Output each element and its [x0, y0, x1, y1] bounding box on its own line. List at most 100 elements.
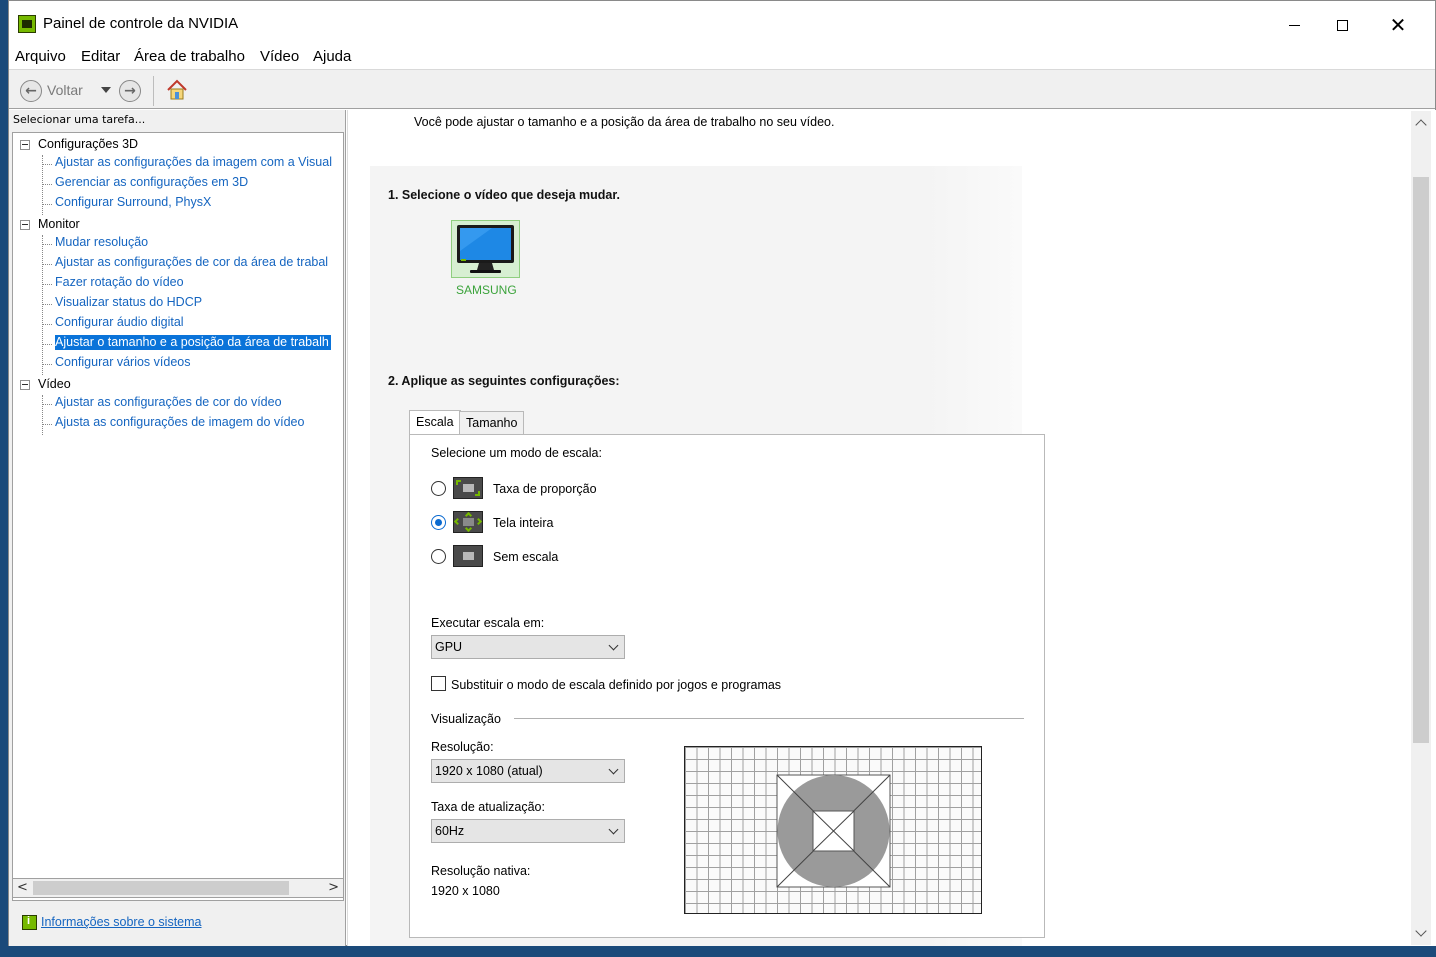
- close-icon: ✕: [1389, 13, 1407, 37]
- aspect-ratio-icon-inner: [463, 484, 474, 492]
- no-scaling-icon-inner: [463, 552, 474, 560]
- menu-area-de-trabalho[interactable]: Área de trabalho: [134, 48, 245, 65]
- step1-title: 1. Selecione o vídeo que deseja mudar.: [388, 188, 621, 202]
- refresh-rate-value: 60Hz: [435, 824, 465, 838]
- override-scaling-label[interactable]: Substituir o modo de escala definido por…: [451, 678, 781, 692]
- toolbar: ← Voltar →: [9, 69, 1435, 109]
- minimize-icon: [1288, 25, 1300, 26]
- task-sidebar: Selecionar uma tarefa... Configurações 3…: [9, 110, 346, 946]
- scale-mode-option-label[interactable]: Tela inteira: [493, 516, 553, 530]
- group-divider: [514, 718, 1024, 719]
- expander-video[interactable]: [20, 380, 30, 390]
- back-button-label[interactable]: Voltar: [47, 82, 83, 98]
- step2-title: 2. Aplique as seguintes configurações:: [388, 374, 620, 388]
- resolution-select[interactable]: 1920 x 1080 (atual): [431, 759, 625, 783]
- scroll-right-icon[interactable]: >: [328, 880, 339, 895]
- nvidia-app-icon: [18, 15, 36, 33]
- sidebar-item-mudar-resolucao[interactable]: Mudar resolução: [55, 235, 148, 249]
- override-scaling-checkbox[interactable]: [431, 676, 446, 691]
- system-info-label[interactable]: Informações sobre o sistema: [41, 915, 202, 929]
- tree-group-monitor[interactable]: Monitor: [38, 217, 80, 231]
- display-label: SAMSUNG: [456, 283, 517, 297]
- sidebar-item-rotacao-video[interactable]: Fazer rotação do vídeo: [55, 275, 184, 289]
- menu-editar[interactable]: Editar: [81, 48, 120, 65]
- tree-guide: [42, 204, 52, 205]
- chevron-down-icon: [608, 640, 619, 651]
- window-title: Painel de controle da NVIDIA: [43, 15, 239, 32]
- tree-guide: [42, 284, 52, 285]
- scale-mode-option-label[interactable]: Taxa de proporção: [493, 482, 597, 496]
- perform-scaling-select[interactable]: GPU: [431, 635, 625, 659]
- toolbar-separator: [153, 76, 154, 106]
- aspect-ratio-icon: [453, 477, 483, 499]
- sidebar-item-tamanho-posicao[interactable]: Ajustar o tamanho e a posição da área de…: [55, 335, 331, 350]
- title-bar: Painel de controle da NVIDIA ✕: [9, 1, 1435, 49]
- chevron-down-icon: [608, 824, 619, 835]
- back-arrow-icon[interactable]: ←: [20, 80, 42, 102]
- chevron-down-icon: [608, 764, 619, 775]
- close-button[interactable]: ✕: [1375, 9, 1421, 41]
- forward-arrow-icon[interactable]: →: [119, 80, 141, 102]
- radio-sem-escala[interactable]: [431, 549, 446, 564]
- content-panel: Você pode ajustar o tamanho e a posição …: [347, 110, 1436, 946]
- arrow-icon: [456, 480, 461, 485]
- expander-monitor[interactable]: [20, 220, 30, 230]
- sidebar-item-cor-video[interactable]: Ajustar as configurações de cor do vídeo: [55, 395, 282, 409]
- sidebar-item-imagem-video[interactable]: Ajusta as configurações de imagem do víd…: [55, 415, 304, 429]
- native-resolution-label: Resolução nativa:: [431, 864, 531, 878]
- tree-guide: [42, 244, 52, 245]
- preview-group-label: Visualização: [431, 712, 501, 726]
- scrollbar-thumb[interactable]: [33, 881, 289, 895]
- tree-group-video[interactable]: Vídeo: [38, 377, 71, 391]
- resolution-label: Resolução:: [431, 740, 494, 754]
- minimize-button[interactable]: [1271, 9, 1317, 41]
- content-vertical-scrollbar[interactable]: [1411, 111, 1431, 945]
- sidebar-item-audio-digital[interactable]: Configurar áudio digital: [55, 315, 184, 329]
- sidebar-item-varios-videos[interactable]: Configurar vários vídeos: [55, 355, 190, 369]
- scale-mode-option-label[interactable]: Sem escala: [493, 550, 558, 564]
- tab-escala[interactable]: Escala: [409, 410, 461, 435]
- scroll-left-icon[interactable]: <: [17, 880, 28, 895]
- menu-bar: Arquivo Editar Área de trabalho Vídeo Aj…: [9, 45, 1435, 69]
- refresh-rate-select[interactable]: 60Hz: [431, 819, 625, 843]
- preview-test-pattern: [776, 774, 891, 888]
- radio-tela-inteira[interactable]: [431, 515, 446, 530]
- sidebar-item-gerenciar-3d[interactable]: Gerenciar as configurações em 3D: [55, 175, 248, 189]
- perform-scaling-value: GPU: [435, 640, 463, 654]
- sidebar-item-ajustar-imagem-visual[interactable]: Ajustar as configurações da imagem com a…: [55, 155, 332, 169]
- refresh-rate-label: Taxa de atualização:: [431, 800, 545, 814]
- sidebar-item-cor-area-trabalho[interactable]: Ajustar as configurações de cor da área …: [55, 255, 328, 269]
- menu-arquivo[interactable]: Arquivo: [15, 48, 66, 65]
- menu-ajuda[interactable]: Ajuda: [313, 48, 351, 65]
- native-resolution-value: 1920 x 1080: [431, 884, 500, 898]
- maximize-button[interactable]: [1319, 9, 1365, 41]
- sidebar-horizontal-scrollbar[interactable]: < >: [12, 878, 344, 898]
- scroll-down-icon[interactable]: [1415, 925, 1427, 937]
- tree-group-configuracoes-3d[interactable]: Configurações 3D: [38, 137, 138, 151]
- tab-escala-page: Selecione um modo de escala: Taxa de pro…: [409, 434, 1045, 938]
- tab-tamanho[interactable]: Tamanho: [459, 411, 525, 435]
- tree-guide: [42, 264, 52, 265]
- tree-guide: [42, 324, 52, 325]
- display-tile-samsung[interactable]: [451, 220, 520, 278]
- system-info-link[interactable]: Informações sobre o sistema: [22, 915, 202, 930]
- scrollbar-thumb[interactable]: [1413, 177, 1429, 743]
- sidebar-item-surround-physx[interactable]: Configurar Surround, PhysX: [55, 195, 211, 209]
- perform-scaling-label: Executar escala em:: [431, 616, 545, 630]
- tree-guide: [42, 344, 52, 345]
- tree-guide: [42, 184, 52, 185]
- home-icon[interactable]: [165, 78, 189, 102]
- history-dropdown-icon[interactable]: [101, 87, 111, 93]
- tree-guide: [42, 364, 52, 365]
- sidebar-item-status-hdcp[interactable]: Visualizar status do HDCP: [55, 295, 202, 309]
- radio-taxa-proporcao[interactable]: [431, 481, 446, 496]
- page-description: Você pode ajustar o tamanho e a posição …: [414, 115, 835, 129]
- menu-video[interactable]: Vídeo: [260, 48, 299, 65]
- scaling-preview: [684, 746, 982, 914]
- arrow-icon: [453, 517, 462, 526]
- scroll-up-icon[interactable]: [1415, 119, 1427, 131]
- expander-configuracoes-3d[interactable]: [20, 140, 30, 150]
- maximize-icon: [1336, 20, 1348, 31]
- arrow-icon: [474, 517, 483, 526]
- arrow-icon: [475, 491, 480, 496]
